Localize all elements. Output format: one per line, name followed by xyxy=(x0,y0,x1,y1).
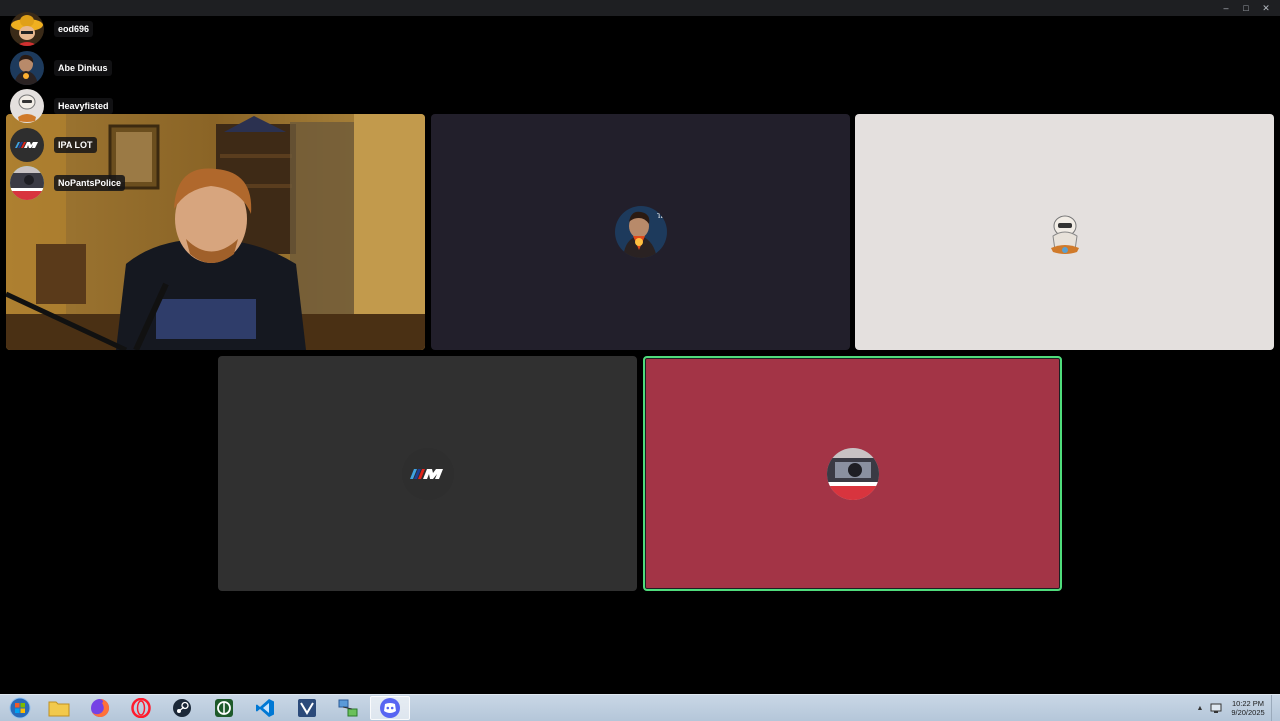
system-tray: ▲ 10:22 PM 9/20/2025 xyxy=(1193,695,1280,721)
sombrero-character-avatar-icon xyxy=(10,12,44,46)
taskbar-clock[interactable]: 10:22 PM 9/20/2025 xyxy=(1225,699,1271,717)
firefox-icon xyxy=(91,698,110,717)
taskbar-discord[interactable] xyxy=(370,696,410,720)
bmw-m-logo-avatar-icon xyxy=(10,127,44,162)
lincoln-portrait-avatar-icon: Talk xyxy=(614,206,667,258)
car-interior-avatar-icon xyxy=(826,447,879,500)
taskbar-firefox[interactable] xyxy=(80,696,120,720)
bmw-m-logo-avatar-icon xyxy=(401,447,454,500)
overlay-user-row[interactable]: eod696 xyxy=(10,12,125,46)
cartoon-gnome-avatar-icon xyxy=(10,89,44,124)
cartoon-gnome-avatar-icon xyxy=(1038,206,1091,258)
network-icon xyxy=(338,699,358,717)
video-tile-nopantspolice[interactable] xyxy=(643,356,1062,591)
show-desktop-button[interactable] xyxy=(1271,695,1280,721)
taskbar-file-explorer[interactable] xyxy=(39,696,79,720)
svg-text:Talk: Talk xyxy=(657,212,667,220)
opera-icon xyxy=(131,698,151,718)
overlay-username: IPA LOT xyxy=(54,136,97,153)
steam-icon xyxy=(173,699,191,717)
video-tile-heavyfisted[interactable] xyxy=(855,114,1274,350)
overlay-username: Heavyfisted xyxy=(54,98,113,115)
overlay-username: eod696 xyxy=(54,21,94,37)
minimize-button[interactable]: – xyxy=(1216,0,1236,16)
maximize-button[interactable]: □ xyxy=(1236,0,1256,16)
lincoln-portrait-avatar-icon xyxy=(10,50,44,85)
video-tile-abe-dinkus[interactable]: Talk xyxy=(431,114,850,350)
windows-orb-icon xyxy=(9,697,31,719)
close-button[interactable]: ✕ xyxy=(1256,0,1276,16)
overlay-user-row[interactable]: NoPantsPolice xyxy=(10,166,126,201)
clock-date: 9/20/2025 xyxy=(1231,708,1265,717)
voice-overlay-user-list: eod696 Abe Dinkus Heavyfisted IPA LOT No… xyxy=(10,12,126,205)
overlay-username: NoPantsPolice xyxy=(54,175,126,192)
show-hidden-icons-chevron-up-icon[interactable]: ▲ xyxy=(1193,705,1207,712)
video-tile-ipa-lot[interactable] xyxy=(218,356,637,591)
taskbar-vscode[interactable] xyxy=(245,696,285,720)
start-button[interactable] xyxy=(0,696,40,720)
taskbar-green-app[interactable] xyxy=(204,696,244,720)
taskbar-steam[interactable] xyxy=(162,696,202,720)
title-bar: – □ ✕ xyxy=(0,0,1280,16)
folder-icon xyxy=(48,701,70,717)
vscode-icon xyxy=(256,699,274,717)
clock-time: 10:22 PM xyxy=(1231,699,1265,708)
overlay-user-row[interactable]: Heavyfisted xyxy=(10,89,125,124)
windows-taskbar: ▲ 10:22 PM 9/20/2025 xyxy=(0,694,1280,721)
overlay-username: Abe Dinkus xyxy=(54,59,112,76)
network-status-icon[interactable] xyxy=(1207,703,1225,714)
taskbar-visual-studio[interactable] xyxy=(287,696,327,720)
window-controls: – □ ✕ xyxy=(1216,0,1276,16)
overlay-user-row[interactable]: IPA LOT xyxy=(10,127,125,162)
green-app-icon xyxy=(215,699,233,717)
taskbar-opera[interactable] xyxy=(121,696,161,720)
overlay-user-row[interactable]: Abe Dinkus xyxy=(10,50,125,85)
visual-studio-icon xyxy=(298,699,316,717)
taskbar-network-app[interactable] xyxy=(328,696,368,720)
car-interior-avatar-icon xyxy=(10,166,44,201)
discord-icon xyxy=(380,698,400,718)
